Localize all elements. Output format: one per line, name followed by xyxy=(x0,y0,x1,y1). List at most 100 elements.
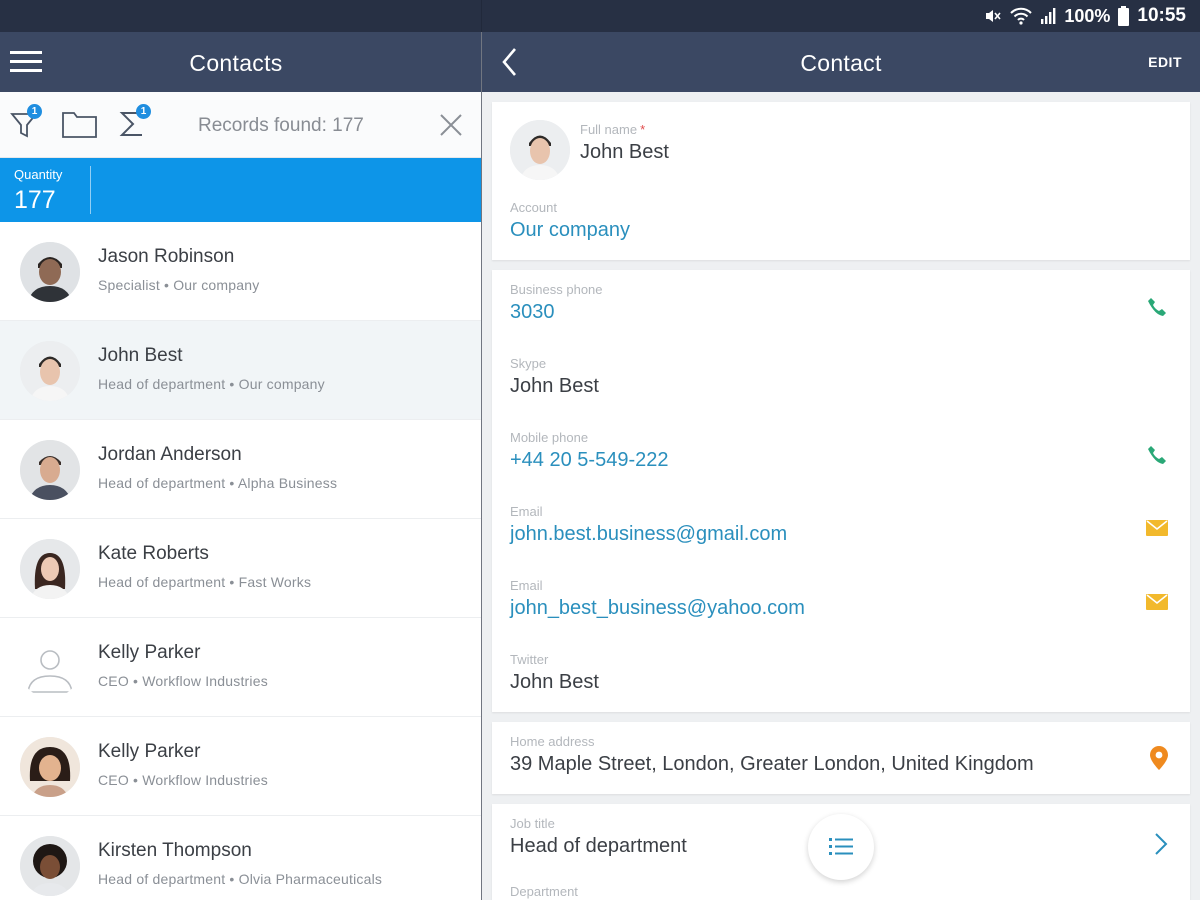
phone-icon[interactable] xyxy=(1146,444,1168,466)
contact-list: Jason Robinson Specialist • Our company … xyxy=(0,222,481,900)
job-title-field[interactable]: Job title Head of department xyxy=(510,816,687,858)
email-value[interactable]: john_best_business@yahoo.com xyxy=(510,597,805,620)
job-title-label: Job title xyxy=(510,816,555,831)
avatar xyxy=(20,836,80,896)
contact-name: Jason Robinson xyxy=(98,246,235,267)
contact-list-item[interactable]: Jason Robinson Specialist • Our company xyxy=(0,222,481,321)
email-label: Email xyxy=(510,578,543,593)
contact-list-item-selected[interactable]: John Best Head of department • Our compa… xyxy=(0,321,481,420)
avatar xyxy=(20,539,80,599)
records-found-text: Records found: 177 xyxy=(198,115,364,136)
contact-list-item[interactable]: Jordan Anderson Head of department • Alp… xyxy=(0,420,481,519)
contact-subtitle: Head of department • Olvia Pharmaceutica… xyxy=(98,871,383,887)
contacts-header: Contacts xyxy=(0,32,481,92)
home-address-value: 39 Maple Street, London, Greater London,… xyxy=(510,753,1034,775)
signal-icon xyxy=(1041,8,1056,24)
mobile-phone-field[interactable]: Mobile phone +44 20 5-549-222 xyxy=(510,430,668,472)
full-name-value: John Best xyxy=(580,141,669,163)
contact-name: Kelly Parker xyxy=(98,741,201,762)
contact-subtitle: Specialist • Our company xyxy=(98,277,260,293)
contacts-list-pane: 1 1 Records found: 177 Quantity 177 Jaso… xyxy=(0,92,481,900)
email-label: Email xyxy=(510,504,543,519)
battery-icon xyxy=(1118,6,1130,26)
quantity-label: Quantity xyxy=(14,167,63,182)
skype-field[interactable]: Skype John Best xyxy=(510,356,599,398)
department-field[interactable]: Department xyxy=(510,884,578,899)
folder-icon[interactable] xyxy=(62,109,98,139)
home-address-label: Home address xyxy=(510,734,595,749)
wifi-icon xyxy=(1010,7,1033,25)
full-name-field[interactable]: Full name * John Best xyxy=(580,122,669,164)
status-indicators: 100% 10:55 xyxy=(984,5,1186,27)
phone-icon[interactable] xyxy=(1146,296,1168,318)
business-phone-field[interactable]: Business phone 3030 xyxy=(510,282,603,324)
contact-subtitle: Head of department • Alpha Business xyxy=(98,475,338,491)
person-placeholder-icon xyxy=(20,638,80,698)
email-field[interactable]: Email john.best.business@gmail.com xyxy=(510,504,787,546)
address-card: Home address 39 Maple Street, London, Gr… xyxy=(492,722,1190,794)
twitter-field[interactable]: Twitter John Best xyxy=(510,652,599,694)
contact-name: Kate Roberts xyxy=(98,543,209,564)
contact-list-item[interactable]: Kate Roberts Head of department • Fast W… xyxy=(0,519,481,618)
twitter-label: Twitter xyxy=(510,652,549,667)
contact-list-item[interactable]: Kelly Parker CEO • Workflow Industries xyxy=(0,717,481,816)
avatar xyxy=(20,440,80,500)
email-field-secondary[interactable]: Email john_best_business@yahoo.com xyxy=(510,578,805,620)
contact-name: John Best xyxy=(98,345,183,366)
account-link[interactable]: Our company xyxy=(510,219,630,242)
account-field[interactable]: Account Our company xyxy=(510,200,630,242)
contact-name: Kelly Parker xyxy=(98,642,201,663)
email-icon[interactable] xyxy=(1146,520,1168,536)
communication-card: Business phone 3030 Skype John Best Mobi… xyxy=(492,270,1190,712)
contact-detail-header: Contact EDIT xyxy=(482,32,1200,92)
filter-count-badge: 1 xyxy=(27,104,42,119)
close-icon[interactable] xyxy=(438,112,464,138)
clock: 10:55 xyxy=(1137,5,1186,26)
business-phone-label: Business phone xyxy=(510,282,603,297)
contact-name: Jordan Anderson xyxy=(98,444,242,465)
full-name-label: Full name xyxy=(580,122,638,137)
account-label: Account xyxy=(510,200,557,215)
mobile-phone-value[interactable]: +44 20 5-549-222 xyxy=(510,449,668,472)
email-value[interactable]: john.best.business@gmail.com xyxy=(510,523,787,546)
profile-photo[interactable] xyxy=(510,120,570,180)
status-bar: 100% 10:55 xyxy=(0,0,1200,32)
home-address-field[interactable]: Home address 39 Maple Street, London, Gr… xyxy=(510,734,1034,776)
avatar xyxy=(20,242,80,302)
sum-count-badge: 1 xyxy=(136,104,151,119)
mobile-phone-label: Mobile phone xyxy=(510,430,589,445)
list-icon xyxy=(829,838,853,855)
app-window: 100% 10:55 Contacts Contact EDIT 1 1 Rec… xyxy=(0,0,1200,900)
page-title: Contacts xyxy=(189,50,283,76)
business-phone-value[interactable]: 3030 xyxy=(510,301,603,324)
quantity-summary: Quantity 177 xyxy=(0,158,481,222)
contact-detail-pane: Full name * John Best Account Our company… xyxy=(482,92,1200,900)
job-title-value: Head of department xyxy=(510,835,687,857)
list-menu-button[interactable] xyxy=(808,814,874,880)
required-mark: * xyxy=(640,122,646,137)
department-label: Department xyxy=(510,884,578,899)
location-pin-icon[interactable] xyxy=(1150,746,1168,770)
edit-button[interactable]: EDIT xyxy=(1148,54,1182,70)
contact-subtitle: CEO • Workflow Industries xyxy=(98,772,268,788)
skype-label: Skype xyxy=(510,356,547,371)
quantity-divider xyxy=(90,166,91,214)
chevron-right-icon[interactable] xyxy=(1154,832,1168,856)
contact-subtitle: Head of department • Fast Works xyxy=(98,574,312,590)
contact-list-item[interactable]: Kirsten Thompson Head of department • Ol… xyxy=(0,816,481,900)
avatar xyxy=(20,737,80,797)
email-icon[interactable] xyxy=(1146,594,1168,610)
mute-icon xyxy=(986,10,1001,22)
contact-subtitle: Head of department • Our company xyxy=(98,376,325,392)
contact-name: Kirsten Thompson xyxy=(98,840,252,861)
field-label: Full name * xyxy=(580,122,669,137)
filter-bar: 1 1 Records found: 177 xyxy=(0,92,481,158)
quantity-value: 177 xyxy=(14,186,56,214)
contact-subtitle: CEO • Workflow Industries xyxy=(98,673,268,689)
contact-list-item[interactable]: Kelly Parker CEO • Workflow Industries xyxy=(0,618,481,717)
skype-value: John Best xyxy=(510,375,599,397)
detail-title: Contact xyxy=(800,50,882,76)
avatar xyxy=(20,341,80,401)
profile-card: Full name * John Best Account Our company xyxy=(492,102,1190,260)
battery-percent: 100% xyxy=(1064,5,1111,26)
